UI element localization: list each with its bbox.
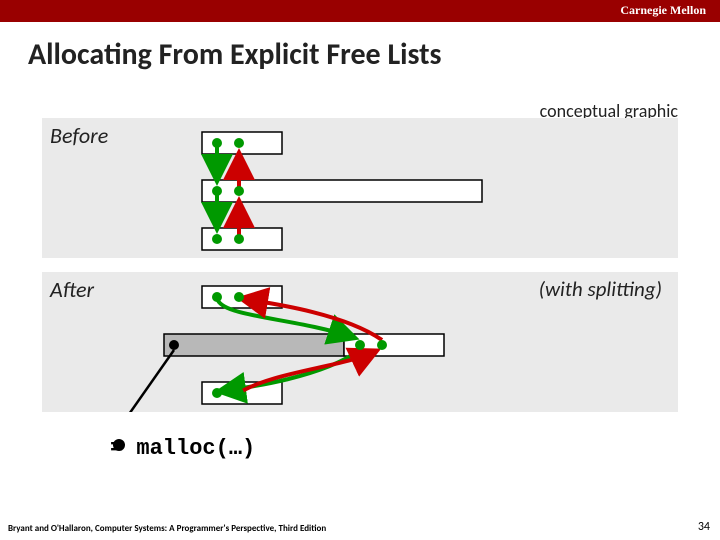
page-number: 34	[698, 520, 710, 534]
header-bar: Carnegie Mellon	[0, 0, 720, 22]
malloc-dot-icon	[110, 436, 128, 454]
before-diagram	[42, 118, 678, 258]
institution-label: Carnegie Mellon	[620, 3, 706, 18]
slide-title: Allocating From Explicit Free Lists	[28, 36, 720, 73]
after-diagram	[42, 272, 678, 412]
footer-citation: Bryant and O'Hallaron, Computer Systems:…	[8, 523, 326, 534]
before-panel: Before	[42, 118, 678, 258]
after-panel: After (with splitting)	[42, 272, 678, 412]
malloc-legend: = malloc(…)	[110, 436, 255, 461]
malloc-code: = malloc(…)	[110, 436, 255, 461]
